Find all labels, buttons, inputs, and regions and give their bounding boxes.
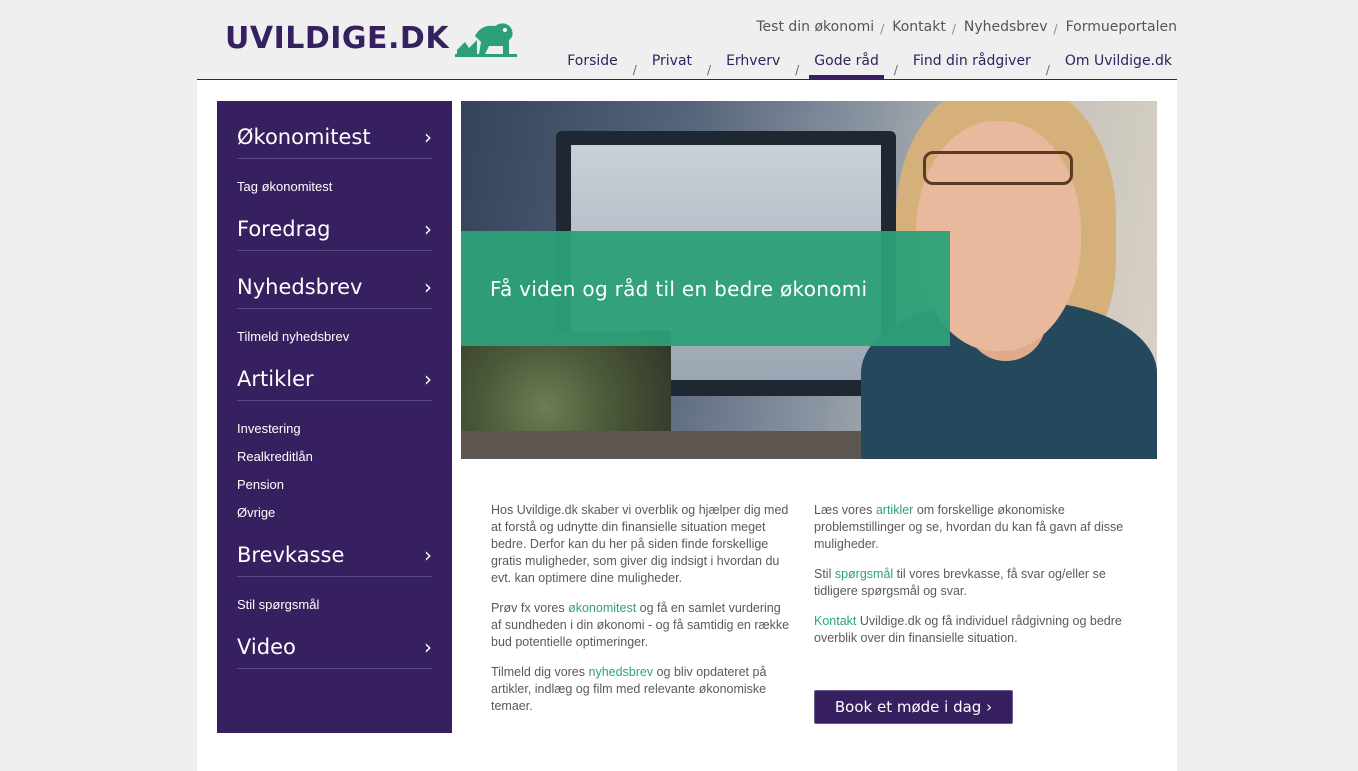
sidebar-subgroup: Tilmeld nyhedsbrev (237, 309, 432, 357)
sporgsmaal-paragraph: Stil spørgsmål til vores brevkasse, få s… (814, 566, 1134, 600)
sidebar-subgroup: Investering Realkreditlån Pension Øvrige (237, 401, 432, 533)
mainnav-erhverv[interactable]: Erhverv (721, 52, 785, 79)
sidebar: Økonomitest › Tag økonomitest Foredrag ›… (217, 101, 452, 733)
site-logo[interactable]: UVILDIGE.DK (225, 18, 518, 58)
intro-paragraph: Hos Uvildige.dk skaber vi overblik og hj… (491, 503, 789, 585)
sidebar-subgroup: Tag økonomitest (237, 159, 432, 207)
sidebar-heading-label: Økonomitest (237, 124, 371, 149)
nav-separator: / (951, 22, 956, 36)
chevron-right-icon: › (424, 274, 432, 299)
okonomitest-link[interactable]: økonomitest (568, 601, 636, 615)
artikler-link[interactable]: artikler (876, 503, 914, 517)
paragraph-text: Stil (814, 567, 835, 581)
paragraph-text: Tilmeld dig vores (491, 665, 589, 679)
topnav-test-din-okonomi[interactable]: Test din økonomi (756, 19, 874, 35)
nav-separator: / (880, 22, 885, 36)
chevron-right-icon: › (424, 634, 432, 659)
sidebar-link-tilmeld-nyhedsbrev[interactable]: Tilmeld nyhedsbrev (237, 323, 432, 351)
topnav-nyhedsbrev[interactable]: Nyhedsbrev (964, 19, 1048, 35)
topnav-kontakt[interactable]: Kontakt (892, 19, 946, 35)
sidebar-link-stil-sporgsmaal[interactable]: Stil spørgsmål (237, 591, 432, 619)
mainnav-gode-raad[interactable]: Gode råd (809, 52, 884, 79)
sidebar-link-pension[interactable]: Pension (237, 471, 432, 499)
content-column-left: Hos Uvildige.dk skaber vi overblik og hj… (491, 502, 791, 728)
sporgsmaal-link[interactable]: spørgsmål (835, 567, 893, 581)
paragraph-text: Uvildige.dk og få individuel rådgivning … (814, 614, 1122, 645)
chevron-right-icon: › (424, 366, 432, 391)
sidebar-heading-label: Artikler (237, 366, 314, 391)
kontakt-link[interactable]: Kontakt (814, 614, 856, 628)
mainnav-find-din-raadgiver[interactable]: Find din rådgiver (908, 52, 1036, 79)
sidebar-heading-nyhedsbrev[interactable]: Nyhedsbrev › (237, 251, 432, 309)
sidebar-heading-label: Foredrag (237, 216, 331, 241)
content-column-right: Læs vores artikler om forskellige økonom… (814, 502, 1134, 660)
sidebar-link-realkreditlaan[interactable]: Realkreditlån (237, 443, 432, 471)
nyhedsbrev-paragraph: Tilmeld dig vores nyhedsbrev og bliv opd… (491, 664, 791, 715)
paragraph-text: Prøv fx vores (491, 601, 569, 615)
mainnav-om-uvildige[interactable]: Om Uvildige.dk (1060, 52, 1177, 79)
chevron-right-icon: › (424, 216, 432, 241)
sidebar-heading-label: Video (237, 634, 296, 659)
hero-photo-glasses (923, 151, 1073, 185)
mainnav-forside[interactable]: Forside (562, 52, 623, 79)
artikler-paragraph: Læs vores artikler om forskellige økonom… (814, 502, 1134, 553)
chevron-right-icon: › (424, 542, 432, 567)
hero-headline: Få viden og råd til en bedre økonomi (490, 276, 868, 301)
okonomitest-paragraph: Prøv fx vores økonomitest og få en samle… (491, 600, 791, 651)
logo-text: UVILDIGE.DK (225, 20, 450, 56)
sidebar-link-investering[interactable]: Investering (237, 415, 432, 443)
chevron-right-icon: › (424, 124, 432, 149)
paragraph-text: Læs vores (814, 503, 876, 517)
mainnav-privat[interactable]: Privat (647, 52, 697, 79)
nyhedsbrev-link[interactable]: nyhedsbrev (589, 665, 654, 679)
sidebar-heading-artikler[interactable]: Artikler › (237, 357, 432, 401)
lion-icon (455, 23, 518, 57)
sidebar-link-ovrige[interactable]: Øvrige (237, 499, 432, 527)
topnav-formueportalen[interactable]: Formueportalen (1066, 19, 1177, 35)
book-meeting-button[interactable]: Book et møde i dag › (814, 690, 1013, 724)
top-utility-nav: Test din økonomi / Kontakt / Nyhedsbrev … (756, 19, 1177, 36)
hero-image: Få viden og råd til en bedre økonomi (461, 101, 1157, 459)
sidebar-heading-okonomitest[interactable]: Økonomitest › (237, 101, 432, 159)
hero-banner: Få viden og råd til en bedre økonomi (461, 231, 950, 346)
main-nav: Forside / Privat / Erhverv / Gode råd / … (562, 52, 1177, 79)
nav-separator: / (1053, 22, 1058, 36)
kontakt-paragraph: Kontakt Uvildige.dk og få individuel råd… (814, 613, 1134, 647)
sidebar-link-tag-okonomitest[interactable]: Tag økonomitest (237, 173, 432, 201)
sidebar-heading-label: Nyhedsbrev (237, 274, 363, 299)
sidebar-heading-brevkasse[interactable]: Brevkasse › (237, 533, 432, 577)
sidebar-heading-foredrag[interactable]: Foredrag › (237, 207, 432, 251)
sidebar-subgroup: Stil spørgsmål (237, 577, 432, 625)
sidebar-heading-video[interactable]: Video › (237, 625, 432, 669)
sidebar-heading-label: Brevkasse (237, 542, 345, 567)
